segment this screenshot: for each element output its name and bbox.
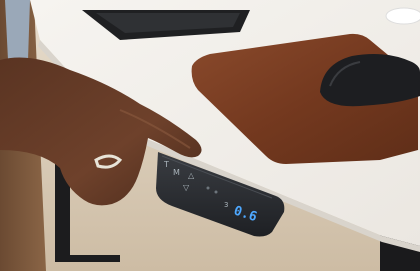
panel-dot-1	[206, 186, 210, 190]
photo-scene: T M △ ▽ 3 0.6	[0, 0, 420, 271]
cup	[385, 7, 420, 25]
button-t[interactable]: T	[163, 160, 169, 169]
preset-label[interactable]: 3	[224, 201, 228, 209]
button-m[interactable]: M	[173, 168, 180, 177]
panel-dot-2	[214, 190, 218, 194]
button-down[interactable]: ▽	[183, 183, 190, 192]
scene-svg: T M △ ▽ 3 0.6	[0, 0, 420, 271]
shirt-sleeve-top	[5, 0, 30, 60]
button-up[interactable]: △	[188, 171, 195, 180]
